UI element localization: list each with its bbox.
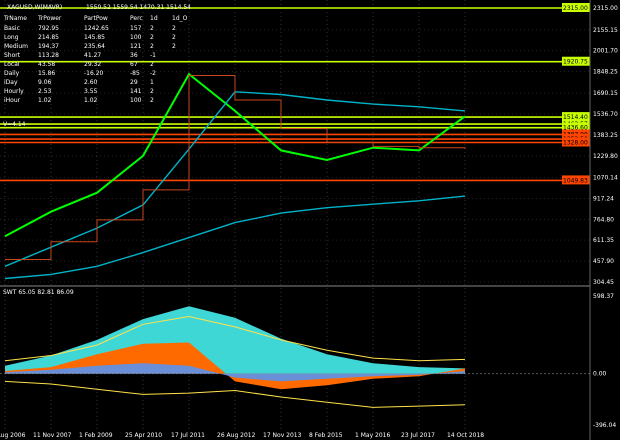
table-cell: 792.95 (38, 25, 59, 32)
y-tick-label: 611.35 (593, 237, 614, 244)
level-label: 1049.83 (563, 177, 588, 184)
y-tick-label: 764.80 (593, 216, 614, 223)
y-tick-label: -396.04 (593, 422, 616, 429)
table-cell: 3.55 (84, 88, 98, 95)
table-cell: 36 (130, 52, 138, 59)
table-cell: 214.85 (38, 34, 59, 41)
oscillator-label: SWT 65.05 82.81 86.09 (3, 289, 74, 296)
y-tick-label: 1690.15 (593, 90, 618, 97)
y-tick-label: 304.45 (593, 279, 614, 286)
table-cell: 235.64 (84, 43, 105, 50)
level-label: 1328.00 (563, 140, 588, 147)
y-tick-label: 1848.25 (593, 69, 618, 76)
chart-symbol: XAGUSD,W(MAVR) (7, 4, 62, 11)
table-cell: 9.06 (38, 79, 52, 86)
chart-canvas: 2315.001920.751514.401463.571436.601387.… (0, 0, 618, 440)
table-header: 1d_O (172, 15, 188, 22)
table-cell: Local (4, 61, 20, 68)
table-cell: 100 (130, 34, 142, 41)
x-tick-label: 17 Jul 2011 (171, 432, 205, 439)
table-cell: 1 (150, 79, 154, 86)
y-tick-label: 1536.70 (593, 111, 618, 118)
table-cell: 29.32 (84, 61, 101, 68)
table-cell: 194.37 (38, 43, 59, 50)
table-cell: iDay (4, 79, 18, 86)
table-cell: 41.27 (84, 52, 101, 59)
osc-lower-band (4, 380, 466, 408)
y-tick-label: 1070.14 (593, 175, 618, 182)
series-orange-ma (5, 74, 466, 260)
table-cell: -85 (130, 70, 140, 77)
table-cell: Hourly (4, 88, 24, 95)
level-label: 2315.00 (563, 5, 588, 12)
table-header: PartPow (84, 15, 108, 22)
x-tick-label: 8 Feb 2015 (309, 432, 343, 439)
y-tick-label: 2155.15 (593, 27, 618, 34)
table-cell: 100 (130, 97, 142, 104)
table-cell: Daily (4, 70, 20, 77)
table-cell: 2 (150, 61, 154, 68)
y-tick-label: 2315.00 (593, 5, 618, 12)
x-tick-label: 25 Apr 2010 (125, 432, 162, 439)
table-cell: 1242.65 (84, 25, 109, 32)
table-cell: 2 (150, 43, 154, 50)
table-cell: 2 (150, 97, 154, 104)
y-tick-label: 0.00 (593, 371, 607, 378)
table-cell: 121 (130, 43, 142, 50)
table-cell: 15.86 (38, 70, 55, 77)
table-cell: 2 (172, 43, 176, 50)
table-cell: 113.28 (38, 52, 59, 59)
table-cell: 2 (150, 25, 154, 32)
table-cell: 141 (130, 88, 142, 95)
table-cell: Long (4, 34, 19, 41)
table-cell: 145.85 (84, 34, 105, 41)
chart-ohlc: 1550.52 1559.54 1470.31 1514.54 (86, 4, 191, 11)
table-cell: Basic (4, 25, 20, 32)
y-tick-label: 1383.25 (593, 132, 618, 139)
version-label: V=4.14 (3, 121, 26, 128)
stats-table: TrName TrPower PartPow Perc 1d 1d_O Basic 792.9… (3, 15, 188, 104)
table-cell: 67 (130, 61, 138, 68)
table-cell: -2 (150, 70, 156, 77)
y-tick-label: 917.24 (593, 195, 614, 202)
y-tick-label: 1229.80 (593, 153, 618, 160)
table-header: TrPower (37, 15, 62, 22)
x-tick-label: 1 Feb 2009 (79, 432, 113, 439)
table-header: Perc (130, 15, 143, 22)
x-tick-label: 1 May 2016 (355, 432, 390, 439)
table-cell: Short (4, 52, 21, 59)
table-cell: 2 (150, 34, 154, 41)
table-cell: 2 (172, 34, 176, 41)
x-tick-label: 11 Nov 2007 (33, 432, 72, 439)
x-tick-label: 20 Aug 2006 (0, 432, 26, 439)
x-tick-label: 26 Aug 2012 (217, 432, 256, 439)
oscillator-panel (0, 306, 590, 408)
table-cell: 1.02 (84, 97, 98, 104)
y-tick-label: 2001.70 (593, 48, 618, 55)
table-header: TrName (3, 15, 27, 22)
table-cell: 2.60 (84, 79, 98, 86)
level-label: 1920.75 (563, 59, 588, 66)
x-tick-label: 14 Oct 2018 (447, 432, 484, 439)
table-cell: -16.20 (84, 70, 104, 77)
table-cell: 29 (130, 79, 138, 86)
table-header: 1d (150, 15, 158, 22)
x-tick-label: 23 Jul 2017 (401, 432, 435, 439)
table-cell: iHour (4, 97, 21, 104)
table-cell: 43.58 (38, 61, 55, 68)
table-cell: 2 (150, 88, 154, 95)
y-tick-label: 457.90 (593, 258, 614, 265)
table-cell: -1 (150, 52, 156, 59)
table-cell: 2 (172, 25, 176, 32)
y-tick-label: 598.37 (593, 293, 614, 300)
table-cell: 1.02 (38, 97, 52, 104)
table-cell: 2.53 (38, 88, 52, 95)
x-tick-label: 17 Nov 2013 (263, 432, 302, 439)
table-cell: 157 (130, 25, 142, 32)
table-cell: Medium (4, 43, 28, 50)
